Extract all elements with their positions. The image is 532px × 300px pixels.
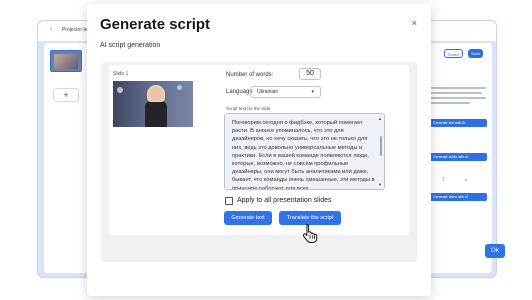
slides-panel: + (44, 43, 88, 273)
scroll-down-icon[interactable]: ▼ (378, 182, 382, 187)
script-textarea[interactable]: Поговорим сегодня о фидбэке, который пом… (224, 113, 385, 190)
dialog-title: Generate script (100, 16, 211, 33)
language-value: Ukrainian (257, 89, 279, 95)
add-slide-button[interactable]: + (53, 88, 79, 102)
script-label: Script text for the slide (226, 106, 271, 111)
right-panel: Share Save Generate text with AI Generat… (426, 43, 492, 273)
close-icon[interactable]: × (412, 18, 417, 28)
language-label: Language (226, 89, 253, 95)
hand-cursor-icon (302, 224, 318, 243)
generate-video-ai-button[interactable]: Generate video with AI (429, 193, 487, 201)
panel-text-line (430, 92, 482, 94)
panel-text-line (430, 102, 470, 104)
words-input[interactable]: 50 (299, 68, 321, 80)
dialog-subtitle: AI script generation (100, 42, 161, 49)
slide-thumbnail[interactable] (50, 50, 82, 72)
screen: ‹ Projector lectures + Share Save Genera… (0, 0, 532, 300)
panel-text-line (430, 97, 486, 99)
language-select[interactable]: Ukrainian ▾ (250, 86, 321, 98)
script-text: Поговорим сегодня о фидбэке, который пом… (232, 120, 375, 190)
slide-card-content: Slide 1 Number of words: 50 Language Ukr… (109, 65, 409, 235)
slide-image (113, 81, 193, 127)
slide-label: Slide 1 (113, 71, 129, 77)
generate-text-ai-button[interactable]: Generate text with AI (429, 119, 487, 127)
panel-text-line (430, 87, 486, 89)
generate-text-button[interactable]: Generate text (224, 211, 272, 225)
presenter-image (145, 85, 167, 127)
share-button[interactable]: Share (444, 49, 463, 58)
generate-audio-ai-button[interactable]: Generate audio with AI (429, 153, 487, 161)
upload-icon[interactable]: ⤒ (442, 178, 445, 185)
chevron-left-icon[interactable]: ‹ (50, 26, 52, 33)
close-icon[interactable]: × (464, 178, 468, 184)
chevron-down-icon: ▾ (311, 89, 314, 95)
save-button[interactable]: Save (468, 49, 484, 58)
apply-all-label: Apply to all presentation slides (237, 197, 332, 204)
scrollbar-thumb[interactable] (380, 136, 382, 156)
scroll-up-icon[interactable]: ▲ (378, 116, 382, 121)
words-label: Number of words: (226, 72, 274, 78)
light-icon (117, 87, 123, 93)
light-icon (177, 85, 182, 90)
apply-all-checkbox[interactable] (225, 197, 233, 205)
ok-button[interactable]: Ok (485, 244, 505, 258)
